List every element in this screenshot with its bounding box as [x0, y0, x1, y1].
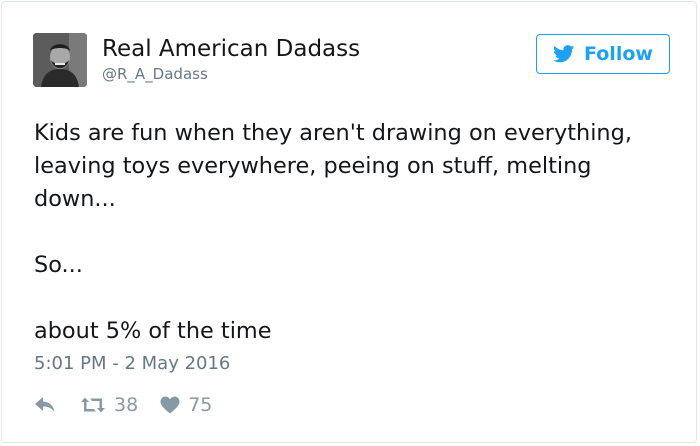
tweet-paragraph-2: So... — [34, 252, 83, 278]
tweet-text: Kids are fun when they aren't drawing on… — [34, 117, 654, 348]
display-name[interactable]: Real American Dadass — [102, 35, 360, 63]
avatar[interactable] — [33, 33, 87, 87]
tweet-paragraph-1: Kids are fun when they aren't drawing on… — [34, 120, 632, 212]
heart-icon — [160, 396, 180, 414]
reply-icon — [35, 397, 55, 412]
timestamp[interactable]: 5:01 PM - 2 May 2016 — [34, 352, 230, 376]
reply-button[interactable] — [34, 396, 56, 414]
like-button[interactable]: 75 — [160, 393, 212, 417]
retweet-button[interactable]: 38 — [80, 393, 138, 417]
follow-label: Follow — [584, 43, 653, 65]
avatar-photo — [33, 33, 87, 87]
like-count: 75 — [188, 394, 213, 416]
retweet-count: 38 — [114, 394, 139, 416]
retweet-icon — [81, 397, 105, 413]
tweet-paragraph-3: about 5% of the time — [34, 318, 272, 344]
twitter-bird-icon — [553, 45, 575, 63]
tweet-card: Real American Dadass @R_A_Dadass Follow … — [1, 1, 697, 443]
user-handle[interactable]: @R_A_Dadass — [102, 64, 208, 84]
action-bar: 38 75 — [34, 392, 212, 418]
follow-button[interactable]: Follow — [536, 34, 670, 74]
